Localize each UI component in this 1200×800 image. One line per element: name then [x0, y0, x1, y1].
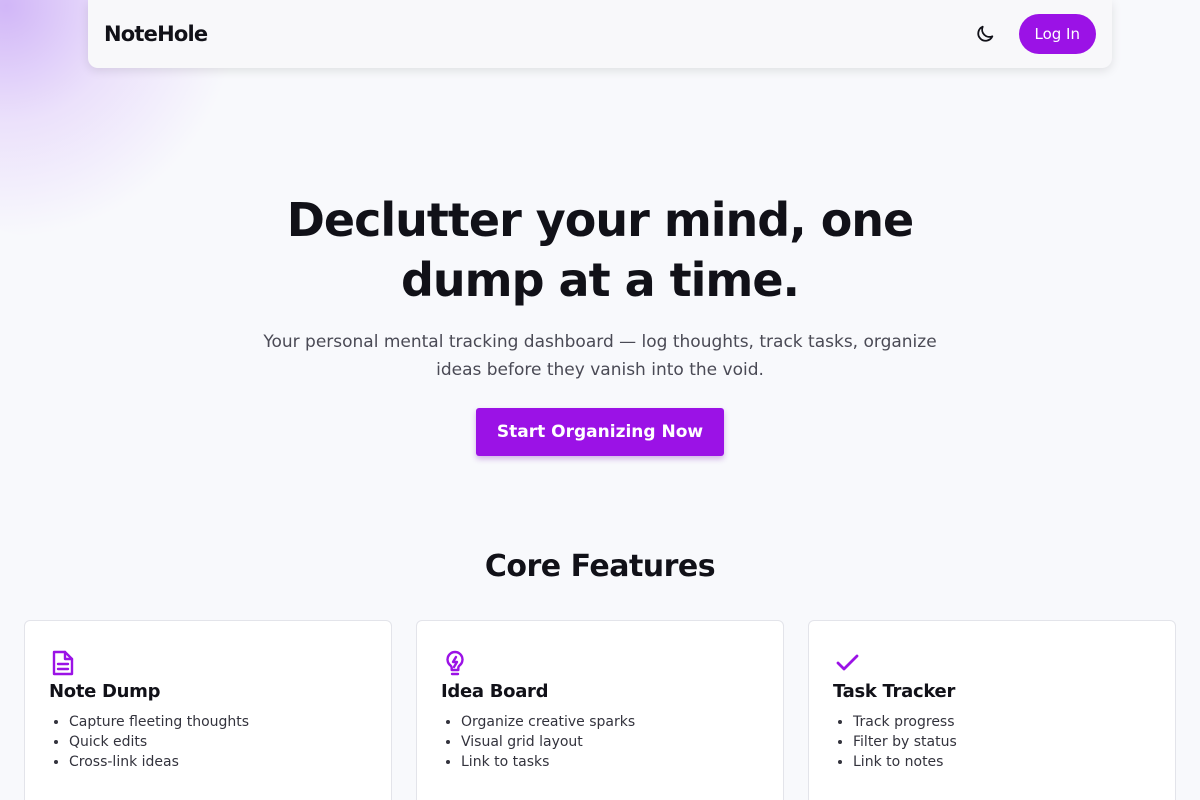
check-icon [836, 654, 859, 671]
login-button[interactable]: Log In [1018, 14, 1096, 54]
feature-card-note-dump: Note Dump Capture fleeting thoughts Quic… [24, 620, 392, 800]
hero-section: Declutter your mind, one dump at a time.… [0, 190, 1200, 456]
moon-icon [976, 25, 993, 42]
feature-bullet: Track progress [853, 712, 1151, 732]
feature-bullet: Quick edits [69, 732, 367, 752]
nav-actions: Log In [967, 14, 1096, 54]
navbar: NoteHole Log In [88, 0, 1112, 68]
feature-bullet: Capture fleeting thoughts [69, 712, 367, 732]
features-title: Core Features [484, 549, 716, 584]
hero-headline: Declutter your mind, one dump at a time. [286, 193, 915, 307]
feature-bullet: Link to tasks [461, 752, 759, 772]
feature-card-idea-board: Idea Board Organize creative sparks Visu… [416, 620, 784, 800]
feature-bullet-list: Capture fleeting thoughts Quick edits Cr… [49, 712, 367, 772]
brand-logo[interactable]: NoteHole [104, 22, 208, 46]
feature-card-task-tracker: Task Tracker Track progress Filter by st… [808, 620, 1176, 800]
feature-cards: Note Dump Capture fleeting thoughts Quic… [24, 620, 1176, 800]
feature-bullet: Visual grid layout [461, 732, 759, 752]
feature-card-title: Idea Board [441, 681, 549, 702]
theme-toggle-button[interactable] [967, 16, 1003, 52]
feature-bullet: Link to notes [853, 752, 1151, 772]
feature-card-title: Note Dump [49, 681, 161, 702]
hero-subtitle: Your personal mental tracking dashboard … [263, 332, 937, 380]
feature-bullet-list: Organize creative sparks Visual grid lay… [441, 712, 759, 772]
feature-card-title: Task Tracker [833, 681, 956, 702]
feature-bullet: Cross-link ideas [69, 752, 367, 772]
landing-page: NoteHole Log In Declutter your mind, one… [0, 0, 1200, 800]
start-organizing-button[interactable]: Start Organizing Now [475, 408, 725, 456]
document-icon [52, 650, 74, 676]
feature-bullet-list: Track progress Filter by status Link to … [833, 712, 1151, 772]
feature-bullet: Filter by status [853, 732, 1151, 752]
feature-bullet: Organize creative sparks [461, 712, 759, 732]
lightbulb-icon [446, 650, 464, 676]
